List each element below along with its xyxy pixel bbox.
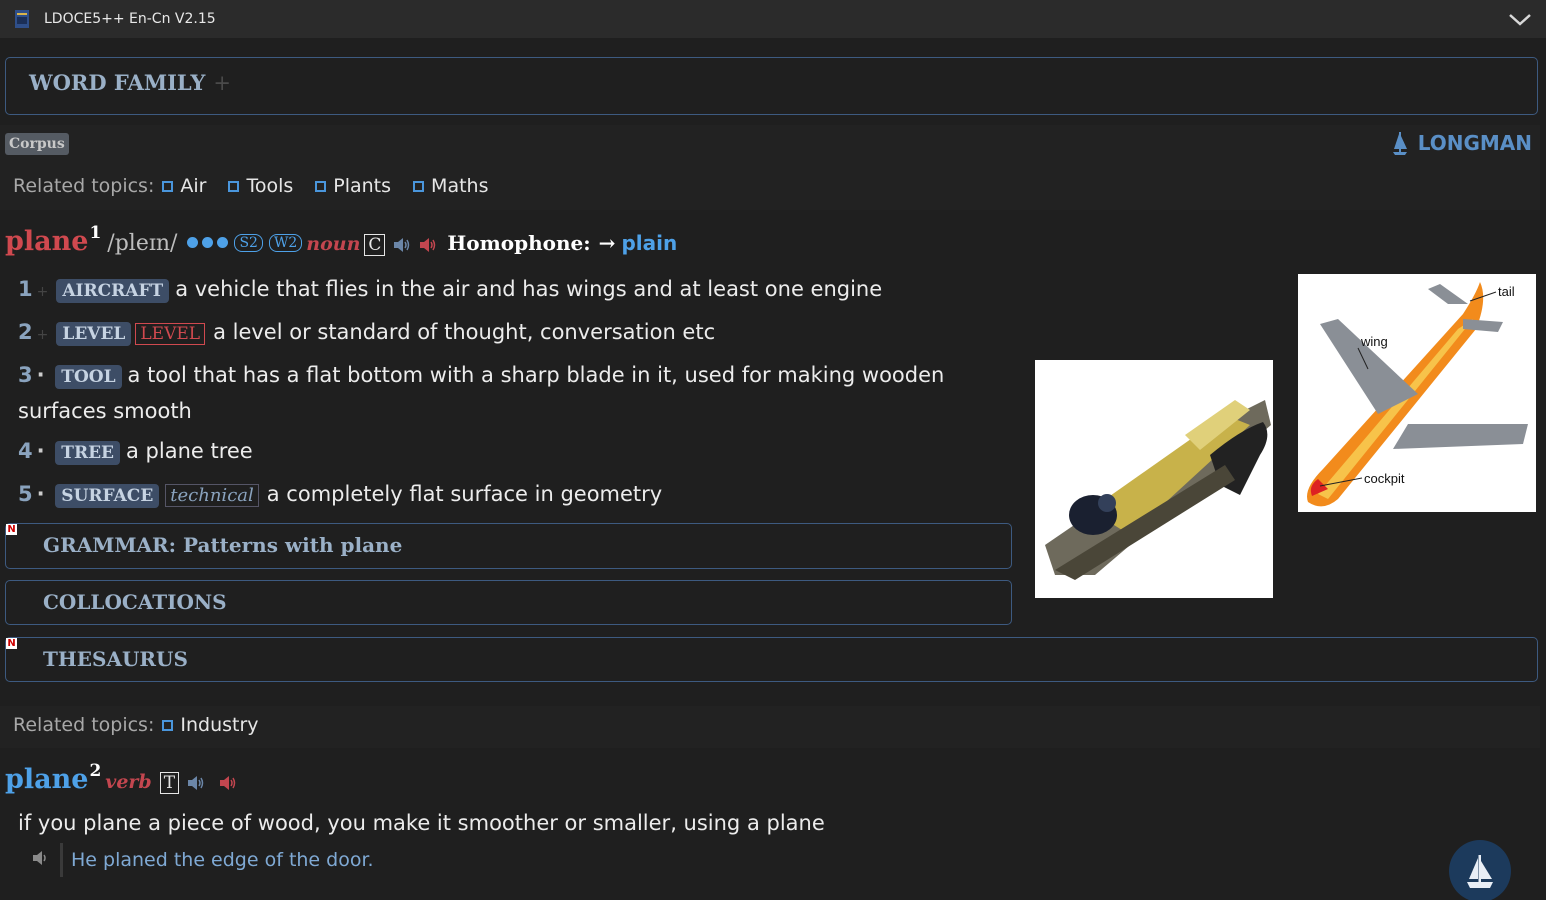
topic-link-plants[interactable]: Plants	[313, 175, 391, 197]
signpost-aircraft: AIRCRAFT	[56, 279, 170, 303]
ship-icon	[1392, 132, 1407, 155]
speaker-am-icon[interactable]	[419, 237, 437, 257]
aircraft-illustration: tail wing cockpit	[1307, 282, 1528, 507]
part-of-speech: verb	[105, 771, 152, 793]
sense-4: 4 · TREE a plane tree	[18, 434, 1018, 470]
definition: a level or standard of thought, conversa…	[213, 320, 716, 344]
homograph-number: 2	[89, 761, 102, 781]
topic-box-icon	[315, 180, 327, 192]
wing-label: wing	[1360, 334, 1388, 349]
topic-link-tools[interactable]: Tools	[226, 175, 293, 197]
sense-mark[interactable]: +	[37, 284, 49, 300]
headword-line-2: plane 2 verb T	[5, 761, 237, 795]
sense-mark: ·	[36, 439, 45, 463]
example-text: He planed the edge of the door.	[71, 849, 374, 871]
book-icon	[15, 10, 29, 28]
grammar-code: C	[364, 234, 386, 256]
sense-mark: ·	[36, 482, 45, 506]
word-family-label: WORD FAMILY	[29, 70, 206, 95]
collocations-section[interactable]: COLLOCATIONS	[5, 580, 1012, 625]
topic-link-maths[interactable]: Maths	[411, 175, 488, 197]
thesaurus-section[interactable]: THESAURUS	[5, 637, 1538, 682]
ship-icon	[1467, 855, 1493, 888]
sense-5: 5 · SURFACE technical a completely flat sur…	[18, 477, 1018, 513]
plane-tool-image	[1035, 360, 1273, 598]
related-topics: Related topics: Air Tools Plants Maths	[13, 175, 502, 197]
expand-plus-icon[interactable]: +	[213, 71, 231, 95]
topic-box-icon	[228, 180, 240, 192]
frequency-dots	[187, 237, 229, 248]
cockpit-label: cockpit	[1364, 471, 1405, 486]
new-badge: N	[6, 524, 17, 535]
longman-ship-button[interactable]	[1449, 840, 1511, 900]
pronunciation: /pleɪn/	[107, 231, 178, 256]
sense-2: 2 + LEVEL LEVEL a level or standard of thoug…	[18, 315, 1018, 352]
homograph-number: 1	[89, 223, 102, 243]
hand-plane-illustration	[1045, 400, 1271, 580]
window-title: LDOCE5++ En-Cn V2.15	[44, 11, 216, 27]
sense-number: 4	[18, 439, 33, 463]
definition: a tool that has a flat bottom with a sha…	[18, 363, 945, 423]
tail-label: tail	[1498, 284, 1515, 299]
sense-1: 1 + AIRCRAFT a vehicle that flies in the ai…	[18, 272, 1018, 309]
sense-number: 2	[18, 320, 33, 344]
sense-3: 3 · TOOL a tool that has a flat bottom wit…	[18, 358, 1018, 428]
headword-line: plane 1 /pleɪn/ S2 W2 noun C Homophone: …	[5, 223, 677, 257]
homophone-label: Homophone:	[447, 231, 591, 255]
sense-mark: ·	[36, 363, 45, 387]
new-badge: N	[6, 638, 17, 649]
headword: plane	[5, 226, 89, 257]
definition: a completely flat surface in geometry	[266, 482, 663, 506]
grammar-code: T	[159, 772, 180, 794]
signpost-tree: TREE	[55, 441, 120, 465]
sense-number: 3	[18, 363, 33, 387]
headword: plane	[5, 764, 89, 795]
longman-logo: LONGMAN	[1390, 130, 1532, 156]
related-topics-panel	[0, 125, 1540, 210]
definition: if you plane a piece of wood, you make i…	[18, 811, 825, 835]
grammar-section-title: GRAMMAR: Patterns with plane	[43, 533, 403, 557]
title-bar: LDOCE5++ En-Cn V2.15	[0, 0, 1546, 38]
speaker-am-icon[interactable]	[219, 775, 237, 795]
freq-written-badge: W2	[268, 234, 303, 252]
topic-link-industry[interactable]: Industry	[160, 714, 259, 736]
field-label: technical	[165, 484, 259, 507]
homophone-link[interactable]: plain	[621, 231, 677, 255]
sense-number: 5	[18, 482, 33, 506]
sense-number: 1	[18, 277, 33, 301]
speaker-example-icon[interactable]	[32, 850, 50, 870]
part-of-speech: noun	[306, 233, 361, 255]
chevron-down-icon[interactable]	[1508, 10, 1532, 28]
speaker-br-icon[interactable]	[393, 237, 411, 257]
related-topics-2: Related topics: Industry	[13, 714, 273, 736]
collocations-section-title: COLLOCATIONS	[43, 590, 227, 614]
signpost-level: LEVEL	[56, 322, 132, 346]
longman-label: LONGMAN	[1417, 131, 1532, 155]
definition: a plane tree	[126, 439, 253, 463]
verb-definition: if you plane a piece of wood, you make i…	[18, 806, 1018, 840]
freq-spoken-badge: S2	[234, 234, 263, 252]
topic-box-icon	[162, 719, 174, 731]
signpost-surface: SURFACE	[55, 484, 160, 508]
definition: a vehicle that flies in the air and has …	[175, 277, 883, 301]
aircraft-image: tail wing cockpit	[1298, 274, 1536, 512]
topic-box-icon	[413, 180, 425, 192]
related-topics-label: Related topics:	[13, 714, 155, 736]
signpost-tool: TOOL	[55, 365, 122, 389]
word-family-panel[interactable]: WORD FAMILY +	[5, 57, 1538, 115]
topic-box-icon	[162, 180, 174, 192]
grammar-section[interactable]: GRAMMAR: Patterns with plane	[5, 523, 1012, 569]
arrow-right-icon: →	[598, 231, 616, 255]
corpus-badge[interactable]: Corpus	[5, 133, 69, 155]
related-topics-label: Related topics:	[13, 175, 155, 197]
thesaurus-section-title: THESAURUS	[43, 647, 188, 671]
topic-link-air[interactable]: Air	[160, 175, 206, 197]
example-bar	[60, 843, 63, 877]
sense-mark[interactable]: +	[37, 327, 49, 343]
register-label: LEVEL	[135, 323, 206, 345]
example-sentence: He planed the edge of the door.	[32, 843, 374, 877]
speaker-br-icon[interactable]	[187, 775, 205, 795]
